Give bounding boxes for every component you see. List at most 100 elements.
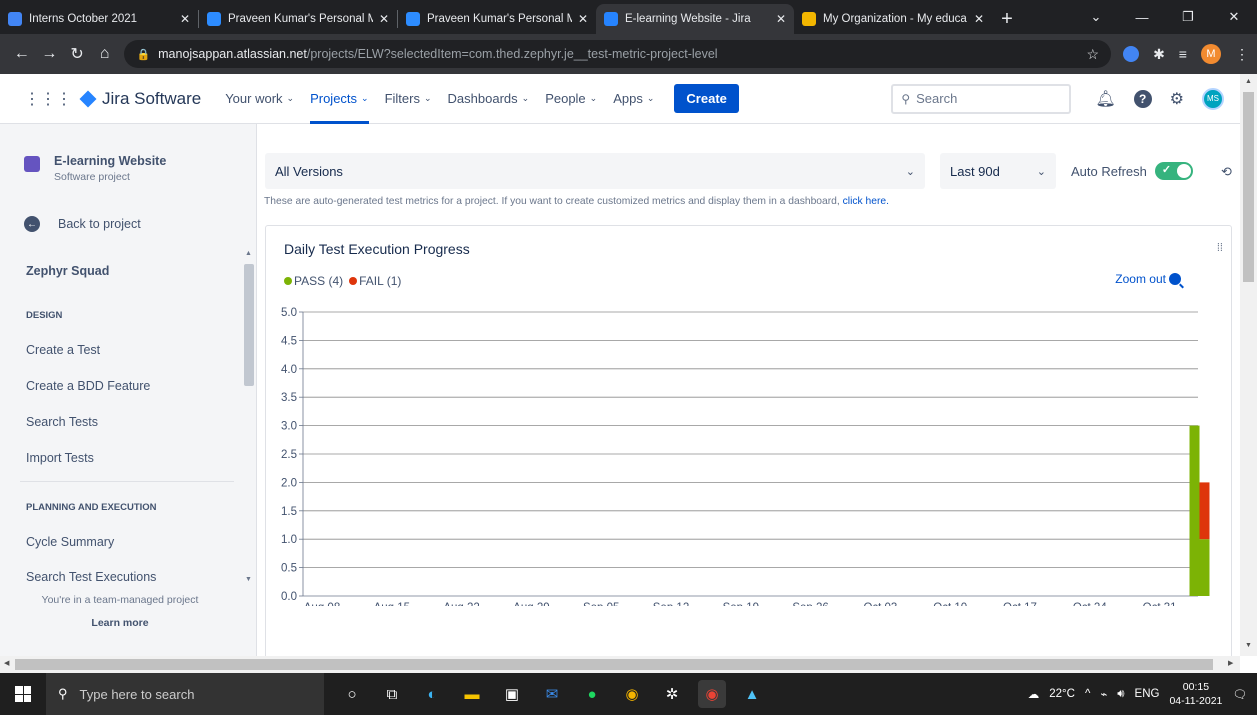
nav-dashboards[interactable]: Dashboards ⌄ — [448, 74, 530, 124]
nav-your-work[interactable]: Your work ⌄ — [225, 74, 294, 124]
notifications-icon[interactable]: 🔔︎ — [1095, 89, 1115, 109]
nav-projects[interactable]: Projects ⌄ — [310, 74, 369, 124]
tab-close-icon[interactable]: ✕ — [776, 12, 786, 26]
clock[interactable]: 00:15 04-11-2021 — [1169, 680, 1222, 708]
tab-search-icon[interactable]: ⌄ — [1073, 9, 1119, 25]
language-indicator[interactable]: ENG — [1135, 688, 1160, 700]
help-icon[interactable]: ? — [1133, 89, 1152, 108]
profile-avatar[interactable]: M — [1200, 44, 1221, 64]
close-window-button[interactable]: ✕ — [1211, 9, 1257, 25]
tab-close-icon[interactable]: ✕ — [974, 12, 984, 26]
zoom-out-label: Zoom out — [1115, 272, 1166, 286]
app-switcher-icon[interactable]: ⋮⋮⋮ — [24, 89, 72, 109]
browser-tab[interactable]: My Organization - My educa ✕ — [794, 4, 992, 34]
toggle-knob — [1176, 164, 1191, 178]
browser-tab[interactable]: Interns October 2021 ✕ — [0, 4, 198, 34]
scroll-up-arrow[interactable]: ▲ — [245, 250, 252, 257]
sidebar-item-create-bdd-feature[interactable]: Create a BDD Feature — [26, 379, 150, 393]
bar-pass — [1199, 539, 1210, 596]
back-arrow-icon[interactable]: ← — [8, 45, 36, 63]
mail-icon[interactable]: ✉ — [538, 680, 566, 708]
back-to-project-link[interactable]: ← Back to project — [24, 216, 141, 232]
bookmark-star-icon[interactable]: ☆ — [1087, 46, 1100, 63]
volume-icon[interactable]: 🔊︎ — [1117, 688, 1124, 701]
create-button[interactable]: Create — [674, 84, 739, 113]
tab-list: Interns October 2021 ✕ Praveen Kumar's Per… — [0, 4, 992, 34]
refresh-icon[interactable]: ⟲ — [1221, 164, 1232, 180]
project-header[interactable]: E-learning Website Software project — [24, 154, 166, 183]
chevron-down-icon: ⌄ — [286, 93, 295, 103]
sidebar-item-import-tests[interactable]: Import Tests — [26, 451, 94, 465]
network-icon[interactable]: ⌁ — [1100, 687, 1107, 701]
restore-button[interactable]: ❐ — [1165, 9, 1211, 25]
sidebar-item-search-tests[interactable]: Search Tests — [26, 415, 98, 429]
weather-temp[interactable]: 22°C — [1049, 688, 1075, 700]
legend-pass[interactable]: PASS (4) — [284, 274, 343, 288]
jira-top-nav: ⋮⋮⋮ Jira Software Your work ⌄ Projects ⌄ F… — [0, 74, 1240, 124]
search-input[interactable]: ⚲ Search — [891, 83, 1072, 114]
scroll-up-arrow[interactable]: ▲ — [1245, 78, 1252, 85]
nav-filters[interactable]: Filters ⌄ — [385, 74, 432, 124]
chrome-icon[interactable]: ◉ — [618, 680, 646, 708]
task-view-icon[interactable]: ⧉ — [378, 680, 406, 708]
auto-refresh-toggle[interactable]: ✓ — [1154, 162, 1193, 180]
cortana-icon[interactable]: ○ — [338, 680, 366, 708]
jira-logo[interactable]: Jira Software — [79, 89, 201, 109]
version-select[interactable]: All Versions ⌄ — [265, 153, 925, 189]
zoom-out-button[interactable]: Zoom out — [1115, 272, 1181, 286]
horizontal-scroll-thumb[interactable] — [15, 659, 1213, 670]
nav-people[interactable]: People ⌄ — [545, 74, 597, 124]
spotify-icon[interactable]: ● — [578, 680, 606, 708]
browser-tab[interactable]: Praveen Kumar's Personal Me ✕ — [199, 4, 397, 34]
tab-close-icon[interactable]: ✕ — [180, 12, 190, 26]
sidebar-item-search-test-executions[interactable]: Search Test Executions — [26, 570, 156, 584]
tab-close-icon[interactable]: ✕ — [379, 12, 389, 26]
legend-pass-label: PASS (4) — [294, 274, 344, 288]
edge-icon[interactable]: ◐ — [418, 680, 446, 708]
scroll-down-arrow[interactable]: ▼ — [1245, 642, 1252, 649]
scroll-left-arrow[interactable]: ◀ — [4, 659, 9, 667]
photos-icon[interactable]: ▲ — [738, 680, 766, 708]
page-horizontal-scrollbar[interactable]: ◀ ▶ — [0, 656, 1240, 673]
drag-handle-icon[interactable]: ⁞⁞ — [1217, 242, 1223, 254]
puzzle-extensions-icon[interactable]: ✱ — [1153, 46, 1165, 63]
reading-list-icon[interactable]: ≡ — [1179, 46, 1187, 62]
home-icon[interactable]: ⌂ — [91, 45, 119, 63]
sidebar-item-cycle-summary[interactable]: Cycle Summary — [26, 535, 114, 549]
forward-arrow-icon[interactable]: → — [36, 45, 64, 63]
scroll-down-arrow[interactable]: ▼ — [245, 576, 252, 583]
period-select[interactable]: Last 90d ⌄ — [940, 153, 1056, 189]
user-avatar[interactable]: MS — [1202, 87, 1224, 110]
store-icon[interactable]: ▣ — [498, 680, 526, 708]
address-bar[interactable]: 🔒 manojsappan.atlassian.net/projects/ELW… — [124, 40, 1112, 68]
settings-gear-icon[interactable]: ⚙ — [1170, 89, 1184, 109]
sidebar-scrollbar[interactable]: ▲ ▼ — [242, 248, 256, 588]
taskbar-search[interactable]: ⚲ Type here to search — [46, 673, 324, 715]
sidebar-scroll-thumb[interactable] — [244, 264, 254, 386]
reload-icon[interactable]: ↻ — [63, 44, 91, 64]
zoom-extension-icon[interactable] — [1123, 46, 1140, 62]
x-tick-label: Sep 05 — [583, 602, 619, 606]
browser-tab[interactable]: Praveen Kumar's Personal Me ✕ — [398, 4, 596, 34]
browser-menu-icon[interactable]: ⋮ — [1235, 46, 1249, 63]
tray-chevron-icon[interactable]: ^ — [1085, 688, 1090, 700]
legend-fail[interactable]: FAIL (1) — [349, 274, 401, 288]
nav-apps[interactable]: Apps ⌄ — [613, 74, 654, 124]
page-scroll-thumb[interactable] — [1243, 92, 1254, 282]
scroll-right-arrow[interactable]: ▶ — [1228, 659, 1233, 667]
weather-icon[interactable]: ☁ — [1028, 687, 1040, 701]
new-tab-button[interactable]: + — [992, 4, 1022, 34]
browser-tab[interactable]: E-learning Website - Jira ✕ — [596, 4, 794, 34]
start-button[interactable] — [0, 686, 46, 702]
chrome-profile-icon[interactable]: ◉ — [698, 680, 726, 708]
click-here-link[interactable]: click here. — [843, 196, 889, 207]
file-explorer-icon[interactable]: ▬ — [458, 680, 486, 708]
page-vertical-scrollbar[interactable]: ▲ ▼ — [1240, 74, 1257, 656]
notification-center-icon[interactable]: 🗨 — [1232, 687, 1247, 701]
learn-more-link[interactable]: Learn more — [0, 617, 240, 629]
sidebar-item-create-test[interactable]: Create a Test — [26, 343, 100, 357]
project-name: E-learning Website — [54, 154, 167, 168]
slack-icon[interactable]: ✲ — [658, 680, 686, 708]
tab-close-icon[interactable]: ✕ — [578, 12, 588, 26]
minimize-button[interactable]: — — [1119, 10, 1165, 25]
